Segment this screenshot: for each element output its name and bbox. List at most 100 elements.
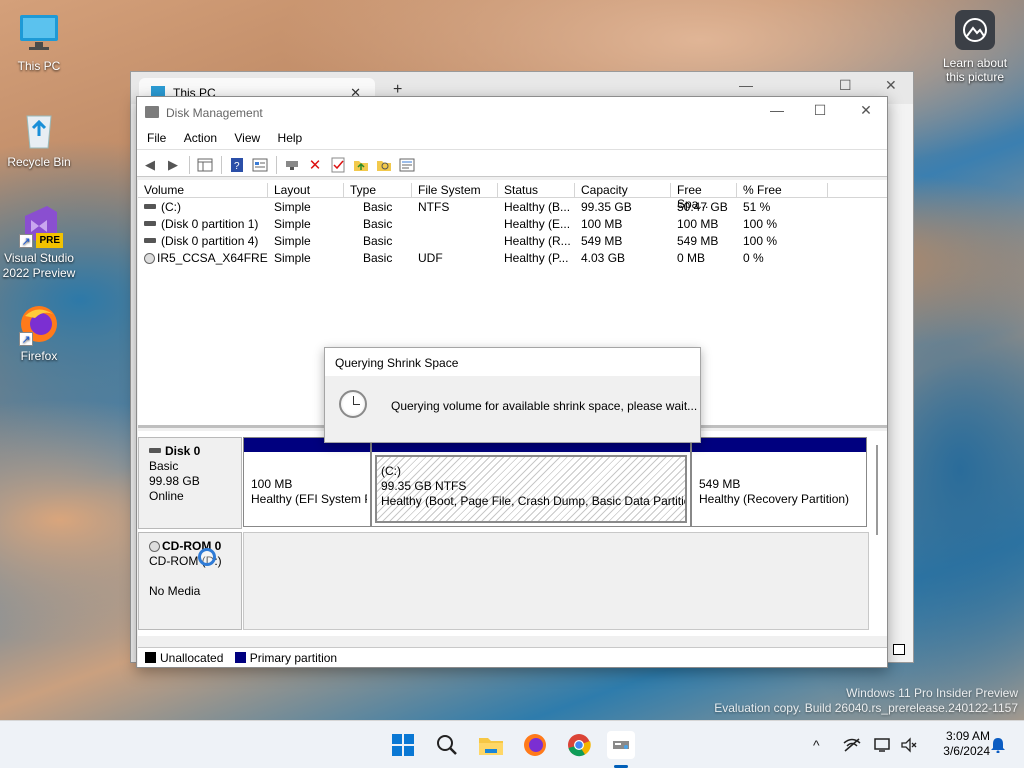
graph-scrollbar[interactable] [876,445,878,535]
chrome-icon[interactable] [565,731,593,759]
desktop-icon-label: Visual Studio 2022 Preview [2,251,76,280]
menu-help[interactable]: Help [278,131,303,145]
partition-header [692,438,866,452]
tray-chevron-icon[interactable]: ^ [813,737,820,753]
partition-size: 100 MB [251,477,293,491]
column-capacity[interactable]: Capacity [575,183,671,198]
settings-list-icon[interactable] [398,156,416,174]
volume-layout: Simple [274,251,311,265]
start-icon[interactable] [389,731,417,759]
partition-title: (C:) [381,464,401,478]
menu-action[interactable]: Action [184,131,217,145]
volume-type: Basic [363,234,393,248]
desktop-icon-firefox[interactable]: ↗ Firefox [0,302,79,364]
partition-c[interactable]: (C:) 99.35 GB NTFS Healthy (Boot, Page F… [371,437,691,527]
volume-row[interactable]: (Disk 0 partition 1) Simple Basic Health… [138,215,887,232]
explorer-minimize-button[interactable]: — [739,77,753,93]
column-file-system[interactable]: File System [412,183,498,198]
toolbar-divider [276,156,277,174]
desktop-icon-this-pc[interactable]: This PC [0,12,79,74]
disk-graphical-view: Disk 0 Basic 99.98 GB Online 100 MB Heal… [138,431,887,636]
cdrom-label[interactable]: CD-ROM 0 CD-ROM (D:) No Media [138,532,242,630]
cdrom-empty-area [243,532,869,630]
watermark-line2: Evaluation copy. Build 26040.rs_prerelea… [714,701,1018,715]
drive-icon [144,238,156,244]
volume-list-header: Volume Layout Type File System Status Ca… [138,180,887,211]
network-offline-icon[interactable] [843,737,861,756]
firefox-taskbar-icon[interactable] [521,731,549,759]
volume-free: 549 MB [677,234,719,248]
folder-up-icon[interactable] [352,156,370,174]
taskbar-clock[interactable]: 3:09 AM 3/6/2024 [924,729,990,759]
busy-cursor-icon [198,548,216,566]
connect-icon[interactable] [283,156,301,174]
learn-about-picture[interactable]: Learn about this picture [936,10,1014,84]
volume-layout: Simple [274,234,311,248]
properties-icon[interactable] [251,156,269,174]
column-type[interactable]: Type [344,183,412,198]
explorer-close-button[interactable]: ✕ [885,77,897,94]
shortcut-arrow-icon: ↗ [19,234,33,248]
notification-bell-icon[interactable] [990,737,1006,756]
column-layout[interactable]: Layout [268,183,344,198]
disk0-name: Disk 0 [165,444,201,458]
volume-name: (Disk 0 partition 4) [161,234,259,248]
volume-row[interactable]: (Disk 0 partition 4) Simple Basic Health… [138,232,887,249]
maximize-button[interactable]: ☐ [810,102,830,119]
monitor-icon [17,12,61,56]
dm-titlebar: Disk Management — ☐ ✕ [137,97,887,127]
shortcut-arrow-icon: ↗ [19,332,33,346]
volume-free: 100 MB [677,217,719,231]
desktop-icon-recycle-bin[interactable]: Recycle Bin [0,108,79,170]
volume-status: Healthy (P... [504,251,569,265]
volume-row[interactable]: (C:) Simple Basic NTFS Healthy (B... 99.… [138,198,887,215]
cdrom-media: No Media [149,584,201,598]
minimize-button[interactable]: — [767,102,787,118]
show-hide-console-tree-icon[interactable] [196,156,214,174]
menu-view[interactable]: View [234,131,260,145]
help-icon[interactable]: ? [228,156,246,174]
firefox-icon: ↗ [17,302,61,346]
dialog-title: Querying Shrink Space [325,348,700,376]
volume-name: (C:) [161,200,181,214]
delete-icon[interactable]: ✕ [306,156,324,174]
partition-status: Healthy (EFI System P [251,492,367,506]
volume-row[interactable]: IR5_CCSA_X64FRE... Simple Basic UDF Heal… [138,249,887,266]
disk-management-taskbar-icon[interactable] [607,731,635,759]
disk0-label[interactable]: Disk 0 Basic 99.98 GB Online [138,437,242,529]
column-free-space[interactable]: Free Spa... [671,183,737,211]
partition-efi[interactable]: 100 MB Healthy (EFI System P [243,437,371,527]
disk0-type: Basic [149,459,179,473]
volume-layout: Simple [274,200,311,214]
volume-type: Basic [363,200,393,214]
forward-arrow-icon[interactable]: ▶ [164,156,182,174]
restore-icon[interactable] [893,644,905,655]
check-icon[interactable] [329,156,347,174]
toolbar-divider [189,156,190,174]
column-percent-free[interactable]: % Free [737,183,828,198]
volume-muted-icon[interactable] [900,737,918,756]
taskbar: ^ 3:09 AM 3/6/2024 [0,720,1024,768]
desktop-icon-label: Recycle Bin [7,155,71,169]
volume-type: Basic [363,217,393,231]
search-icon[interactable] [433,731,461,759]
back-arrow-icon[interactable]: ◀ [141,156,159,174]
column-volume[interactable]: Volume [138,183,268,198]
explorer-maximize-button[interactable]: ☐ [839,77,852,94]
cd-drive-icon [149,541,160,552]
file-explorer-icon[interactable] [477,731,505,759]
menu-file[interactable]: File [147,131,166,145]
volume-capacity: 549 MB [581,234,623,248]
volume-status: Healthy (E... [504,217,571,231]
close-button[interactable]: ✕ [856,102,876,119]
volume-name: IR5_CCSA_X64FRE... [157,251,268,265]
folder-search-icon[interactable] [375,156,393,174]
display-icon[interactable] [874,737,892,756]
volume-layout: Simple [274,217,311,231]
column-status[interactable]: Status [498,183,575,198]
volume-pct-free: 100 % [743,234,778,248]
svg-text:?: ? [234,161,240,172]
drive-icon [144,221,156,227]
desktop-icon-visual-studio[interactable]: PRE ↗ Visual Studio 2022 Preview [0,204,79,281]
partition-recovery[interactable]: 549 MB Healthy (Recovery Partition) [691,437,867,527]
